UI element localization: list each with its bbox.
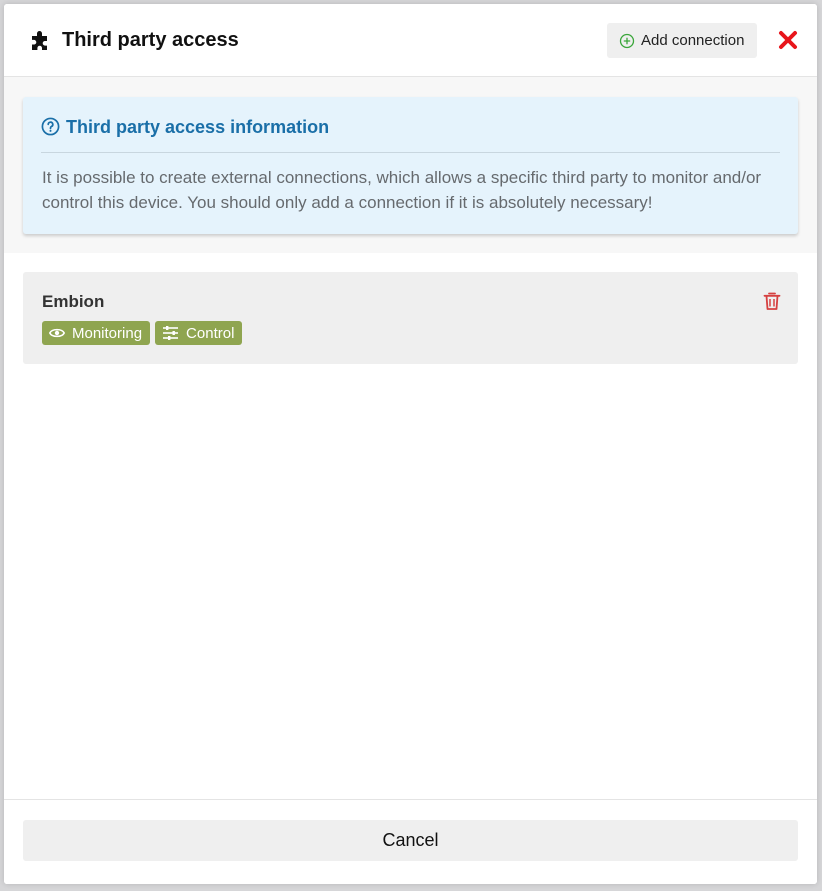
info-title-row: Third party access information — [41, 116, 780, 153]
info-area: Third party access information It is pos… — [4, 77, 817, 253]
connection-name: Embion — [42, 292, 105, 311]
add-connection-button[interactable]: Add connection — [607, 23, 757, 58]
dialog-body: Third party access information It is pos… — [4, 77, 817, 799]
third-party-access-dialog: Third party access Add connection Third … — [4, 4, 817, 884]
info-panel: Third party access information It is pos… — [23, 97, 798, 234]
close-icon — [779, 31, 797, 49]
permission-tags: Monitoring Control — [42, 321, 247, 345]
dialog-header: Third party access Add connection — [4, 4, 817, 77]
trash-icon — [763, 292, 781, 310]
add-connection-label: Add connection — [641, 32, 745, 49]
dialog-title: Third party access — [62, 29, 239, 51]
question-circle-icon — [41, 117, 60, 136]
tag-label: Control — [186, 324, 235, 342]
puzzle-piece-icon — [32, 31, 47, 50]
dialog-footer: Cancel — [4, 799, 817, 884]
info-title: Third party access information — [66, 117, 330, 137]
cancel-button[interactable]: Cancel — [23, 820, 798, 861]
tag-monitoring: Monitoring — [42, 321, 151, 345]
eye-icon — [49, 328, 65, 338]
connection-card: Embion Monitoring Control — [23, 272, 798, 364]
info-text: It is possible to create external connec… — [42, 168, 762, 212]
plus-circle-icon — [619, 33, 635, 48]
tag-label: Monitoring — [72, 324, 143, 342]
tag-control: Control — [155, 321, 243, 345]
sliders-icon — [163, 326, 179, 340]
close-button[interactable] — [776, 28, 800, 52]
delete-connection-button[interactable] — [761, 290, 783, 312]
